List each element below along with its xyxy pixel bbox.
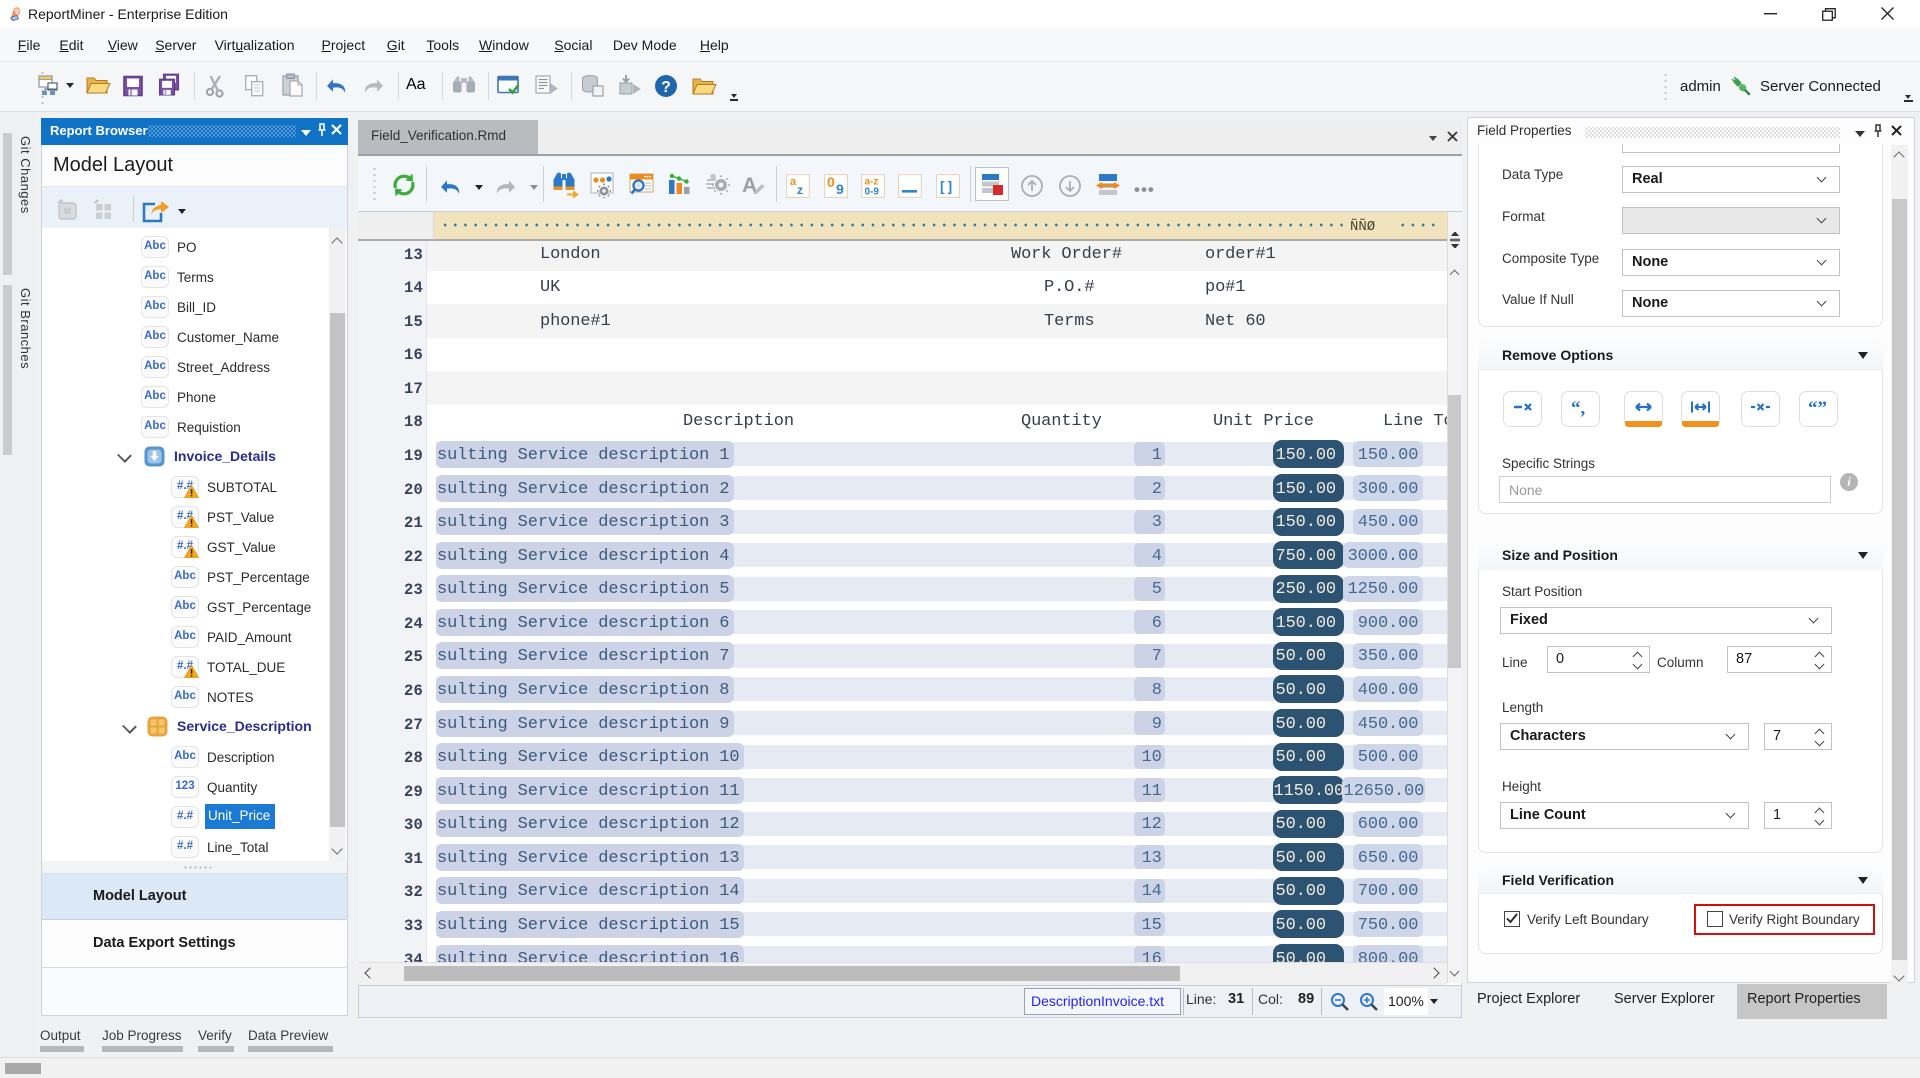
svg-text:“,: “, xyxy=(1571,400,1586,419)
svg-text:a: a xyxy=(790,176,797,188)
svg-text:0: 0 xyxy=(827,174,835,190)
svg-text:9: 9 xyxy=(836,181,844,197)
svg-text:?: ? xyxy=(661,79,671,96)
svg-text:“”: “” xyxy=(1808,400,1827,419)
svg-text:0-9: 0-9 xyxy=(865,187,880,198)
svg-text:[ ]: [ ] xyxy=(940,178,952,194)
svg-text:z: z xyxy=(797,183,803,197)
